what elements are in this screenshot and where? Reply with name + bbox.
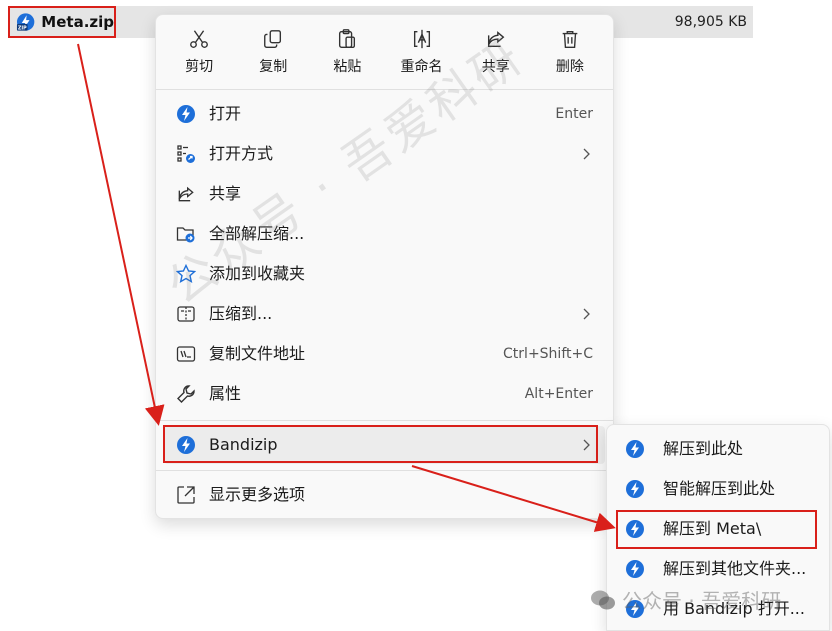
menu-item-shortcut: Enter xyxy=(555,106,593,122)
rename-label: 重命名 xyxy=(400,59,443,75)
submenu-item-label: 解压到此处 xyxy=(663,439,744,458)
menu-item-label: 添加到收藏夹 xyxy=(209,264,306,283)
menu-item-shortcut: Alt+Enter xyxy=(524,386,593,402)
menu-item-open-with[interactable]: 打开方式 xyxy=(164,135,605,173)
menu-item-label: 共享 xyxy=(209,184,242,203)
copy-icon xyxy=(264,30,282,48)
separator xyxy=(156,470,613,471)
bandizip-icon xyxy=(177,105,195,123)
scissors-icon xyxy=(190,30,209,48)
file-name: Meta.zip xyxy=(41,13,114,31)
paste-button[interactable]: 粘贴 xyxy=(314,22,380,82)
bandizip-icon xyxy=(626,480,644,498)
more-options-icon xyxy=(177,486,195,504)
menu-item-label: 压缩到... xyxy=(209,304,273,323)
rename-icon xyxy=(413,29,430,49)
arrow-file-to-bandizip xyxy=(77,43,165,426)
compress-icon xyxy=(177,306,195,322)
menu-item-share[interactable]: 共享 xyxy=(164,175,605,213)
menu-item-label: 属性 xyxy=(209,384,242,403)
share-icon xyxy=(178,186,194,202)
share-icon xyxy=(487,31,505,48)
star-icon xyxy=(176,264,196,284)
menu-item-extract-all[interactable]: 全部解压缩... xyxy=(164,215,605,253)
copy-label: 复制 xyxy=(259,59,288,75)
copy-path-icon xyxy=(176,346,196,362)
menu-item-add-favorites[interactable]: 添加到收藏夹 xyxy=(164,255,605,293)
annotation-box-bandizip xyxy=(163,425,598,463)
open-with-icon xyxy=(177,145,195,163)
menu-item-properties[interactable]: 属性 Alt+Enter xyxy=(164,375,605,413)
submenu-item-open-with-bandizip[interactable]: 用 Bandizip 打开... xyxy=(611,590,825,628)
submenu-item-label: 智能解压到此处 xyxy=(663,479,776,498)
delete-label: 删除 xyxy=(555,59,584,75)
separator xyxy=(156,89,613,90)
menu-item-label: 复制文件地址 xyxy=(209,344,306,363)
chevron-right-icon xyxy=(583,148,590,160)
extract-all-icon xyxy=(176,227,195,243)
delete-button[interactable]: 删除 xyxy=(537,22,603,82)
bandizip-icon xyxy=(626,560,644,578)
quick-actions-bar: 剪切 复制 粘贴 重命名 共享 删除 xyxy=(156,15,613,89)
bandizip-icon xyxy=(626,440,644,458)
trash-icon xyxy=(562,30,578,48)
menu-item-label: 打开 xyxy=(209,104,242,123)
cut-button[interactable]: 剪切 xyxy=(166,22,232,82)
paste-label: 粘贴 xyxy=(333,59,362,75)
zip-badge: ZIP xyxy=(18,25,27,31)
zip-file-icon: ZIP xyxy=(16,13,35,31)
file-name-highlight[interactable]: ZIP Meta.zip xyxy=(8,6,116,38)
share-quick-label: 共享 xyxy=(481,59,510,75)
copy-button[interactable]: 复制 xyxy=(240,22,306,82)
menu-item-copy-path[interactable]: 复制文件地址 Ctrl+Shift+C xyxy=(164,335,605,373)
share-quick-button[interactable]: 共享 xyxy=(463,22,529,82)
submenu-item-smart-extract[interactable]: 智能解压到此处 xyxy=(611,470,825,508)
file-size: 98,905 KB xyxy=(674,14,747,30)
menu-item-more-options[interactable]: 显示更多选项 xyxy=(164,476,605,514)
chevron-right-icon xyxy=(583,308,590,320)
submenu-item-extract-other[interactable]: 解压到其他文件夹... xyxy=(611,550,825,588)
submenu-item-label: 用 Bandizip 打开... xyxy=(663,599,805,618)
separator xyxy=(156,420,613,421)
menu-item-open[interactable]: 打开 Enter xyxy=(164,95,605,133)
submenu-item-extract-here[interactable]: 解压到此处 xyxy=(611,430,825,468)
menu-item-compress-to[interactable]: 压缩到... xyxy=(164,295,605,333)
menu-item-shortcut: Ctrl+Shift+C xyxy=(503,346,593,362)
menu-item-label: 显示更多选项 xyxy=(209,485,306,504)
rename-button[interactable]: 重命名 xyxy=(389,22,455,82)
cut-label: 剪切 xyxy=(185,59,214,75)
bandizip-icon xyxy=(626,600,644,618)
paste-icon xyxy=(339,29,356,48)
menu-item-label: 全部解压缩... xyxy=(209,224,305,243)
wrench-icon xyxy=(177,385,195,403)
annotation-box-extract-meta xyxy=(616,510,817,549)
menu-item-label: 打开方式 xyxy=(209,144,274,163)
submenu-item-label: 解压到其他文件夹... xyxy=(663,559,807,578)
